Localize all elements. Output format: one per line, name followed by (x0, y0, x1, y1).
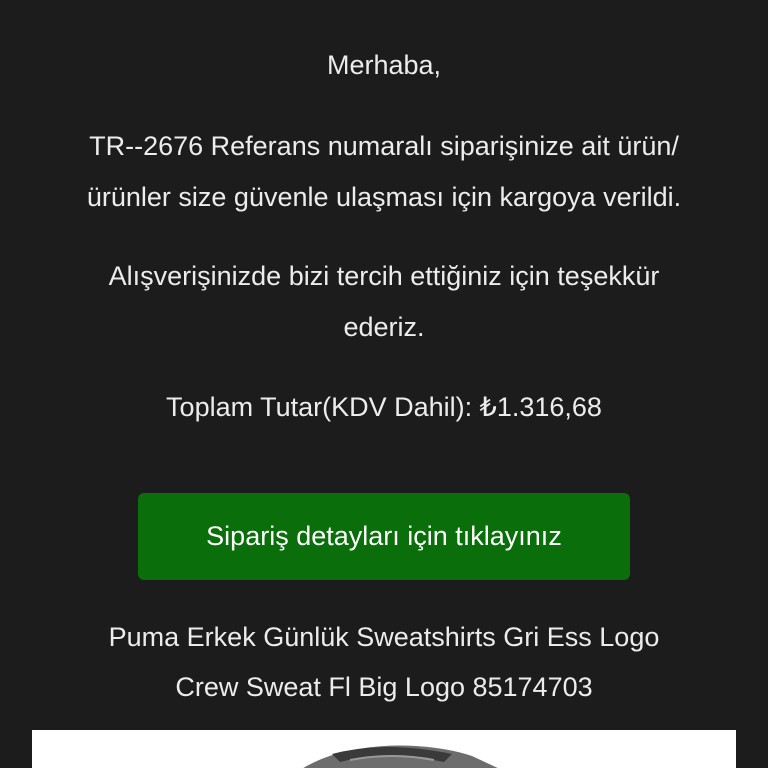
greeting-text: Merhaba, (326, 50, 442, 80)
shipping-message-line-2: ürünler size güvenle ulaşması için kargo… (86, 182, 682, 212)
order-details-button-label: Sipariş detayları için tıklayınız (206, 521, 562, 551)
email-body: Merhaba, TR--2676 Referans numaralı sipa… (0, 0, 768, 768)
product-name-line-1: Puma Erkek Günlük Sweatshirts Gri Ess Lo… (108, 622, 660, 652)
thanks-message-line-2: ederiz. (343, 312, 425, 342)
sweatshirt-image (32, 730, 736, 768)
order-total: Toplam Tutar(KDV Dahil): ₺1.316,68 (166, 392, 602, 422)
product-name-line-2: Crew Sweat Fl Big Logo 85174703 (175, 672, 593, 702)
shipping-message-line-1: TR--2676 Referans numaralı siparişinize … (89, 131, 679, 161)
product-image[interactable] (32, 730, 736, 768)
order-details-button[interactable]: Sipariş detayları için tıklayınız (138, 493, 630, 580)
thanks-message-line-1: Alışverişinizde bizi tercih ettiğiniz iç… (108, 261, 660, 291)
